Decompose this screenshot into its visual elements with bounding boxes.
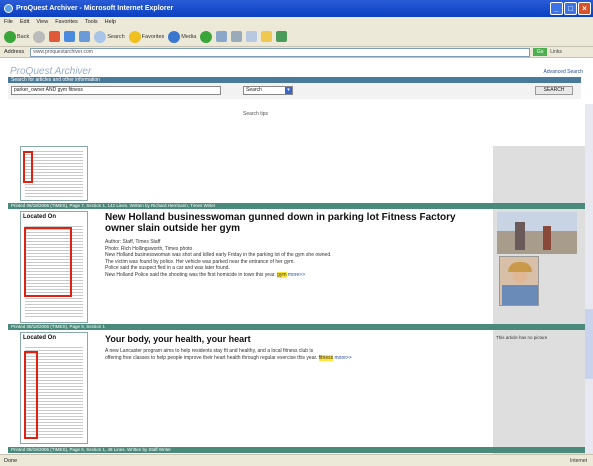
home-button[interactable] (79, 30, 91, 44)
menu-help[interactable]: Help (105, 19, 116, 25)
article-highlight-box (24, 351, 38, 439)
back-button[interactable]: Back (4, 30, 29, 44)
address-label: Address (4, 49, 25, 55)
address-bar: Address www.proquestarchiver.com Go Link… (0, 47, 593, 58)
media-icon (168, 30, 181, 43)
keyword-highlight: gym (277, 271, 287, 278)
favorites-button[interactable]: Favorites (128, 30, 164, 44)
result-meta-bar: Printed 08/19/2006 (TIMES), Page 6, Sect… (8, 447, 585, 453)
address-input[interactable]: www.proquestarchiver.com (30, 47, 531, 57)
menu-favorites[interactable]: Favorites (55, 19, 78, 25)
maximize-button[interactable]: □ (564, 2, 577, 15)
search-row: parker_owner AND gym fitness Search ▾ SE… (8, 83, 581, 99)
menu-file[interactable]: File (4, 19, 13, 25)
edit-icon (246, 31, 258, 42)
go-button[interactable]: Go (533, 48, 548, 56)
forward-button[interactable] (33, 30, 46, 44)
chevron-down-icon: ▾ (285, 87, 292, 94)
edit-button[interactable] (246, 30, 258, 44)
no-picture-note: This article has no picture (496, 335, 548, 340)
snippet-line-last: offering free classes to help people imp… (105, 354, 485, 362)
result-thumbnail-prev[interactable] (20, 146, 88, 201)
back-arrow-icon (4, 30, 16, 43)
search-icon (94, 30, 107, 43)
mail-button[interactable] (216, 30, 228, 44)
menu-bar: File Edit View Favorites Tools Help (0, 17, 593, 27)
refresh-icon (64, 31, 76, 42)
snippet-line-last: New Holland Police said the shooting was… (105, 271, 480, 279)
photo-hair (508, 262, 532, 272)
history-icon (200, 30, 213, 43)
messenger-icon (276, 31, 288, 42)
links-button[interactable]: Links (550, 49, 562, 55)
history-button[interactable] (200, 30, 213, 44)
advanced-search-link[interactable]: Advanced Search (544, 69, 583, 75)
menu-view[interactable]: View (36, 19, 48, 25)
print-icon (231, 31, 243, 42)
stop-button[interactable] (49, 30, 61, 44)
article-highlight-box (24, 227, 72, 297)
snippet-text: offering free classes to help people imp… (105, 354, 318, 361)
result-thumbnail[interactable]: Located On (20, 332, 88, 444)
thumbnail-label: Located On (23, 335, 57, 341)
media-button[interactable]: Media (168, 30, 196, 44)
more-link[interactable]: more>> (288, 272, 305, 278)
window-titlebar: ProQuest Archiver - Microsoft Internet E… (0, 0, 593, 17)
thumbnail-label: Located On (23, 214, 57, 220)
star-icon (128, 30, 141, 43)
folder-icon (261, 31, 273, 42)
menu-edit[interactable]: Edit (20, 19, 29, 25)
home-icon (79, 31, 91, 42)
site-logo[interactable]: ProQuest Archiver (10, 66, 91, 77)
status-bar: Done Internet (0, 454, 593, 466)
stop-icon (49, 31, 61, 42)
close-button[interactable]: × (578, 2, 591, 15)
search-input[interactable]: parker_owner AND gym fitness (11, 86, 221, 95)
window-title: ProQuest Archiver - Microsoft Internet E… (16, 5, 174, 12)
forward-arrow-icon (33, 30, 46, 43)
search-button[interactable]: Search (94, 30, 125, 44)
photo-figure (515, 222, 525, 250)
print-button[interactable] (231, 30, 243, 44)
article-snippet: Author: Staff, Times Staff Photo: Rich H… (105, 239, 480, 278)
result-thumbnail[interactable]: Located On (20, 211, 88, 323)
snippet-text: New Holland Police said the shooting was… (105, 271, 276, 278)
photo-clothing (502, 285, 538, 305)
search-submit-button[interactable]: SEARCH (535, 86, 573, 95)
article-photo[interactable] (497, 212, 577, 254)
folder-button[interactable] (261, 30, 273, 44)
result-meta-bar: Printed 08/18/2006 (TIMES), Page 9, Sect… (8, 324, 585, 330)
scrollbar-thumb[interactable] (585, 309, 593, 379)
mail-icon (216, 31, 228, 42)
internet-zone-label: Internet (570, 458, 587, 464)
photo-figure (543, 226, 551, 250)
search-tips-link[interactable]: Search tips (243, 111, 268, 117)
newspaper-page-icon (25, 149, 83, 197)
portrait-photo[interactable] (499, 256, 539, 306)
article-title[interactable]: New Holland businesswoman gunned down in… (105, 212, 480, 234)
browser-toolbar: Back Search Favorites Media (0, 27, 593, 47)
article-highlight-box (23, 151, 33, 183)
search-type-select[interactable]: Search ▾ (243, 86, 293, 95)
internet-explorer-icon (4, 4, 13, 13)
minimize-button[interactable]: _ (550, 2, 563, 15)
page-content: ProQuest Archiver Advanced Search Search… (0, 59, 593, 454)
keyword-highlight: fitness (318, 354, 334, 361)
menu-tools[interactable]: Tools (85, 19, 98, 25)
search-type-value: Search (246, 87, 262, 93)
refresh-button[interactable] (64, 30, 76, 44)
messenger-button[interactable] (276, 30, 288, 44)
scrollbar-track[interactable] (585, 104, 593, 454)
article-title[interactable]: Your body, your health, your heart (105, 334, 480, 344)
result-meta-bar: Printed 08/18/2006 (TIMES), Page 7, Sect… (8, 203, 585, 209)
window-buttons: _ □ × (550, 2, 591, 15)
status-text: Done (4, 457, 18, 464)
article-snippet: A new Lancaster program aims to help res… (105, 348, 485, 361)
more-link[interactable]: more>> (335, 355, 352, 361)
